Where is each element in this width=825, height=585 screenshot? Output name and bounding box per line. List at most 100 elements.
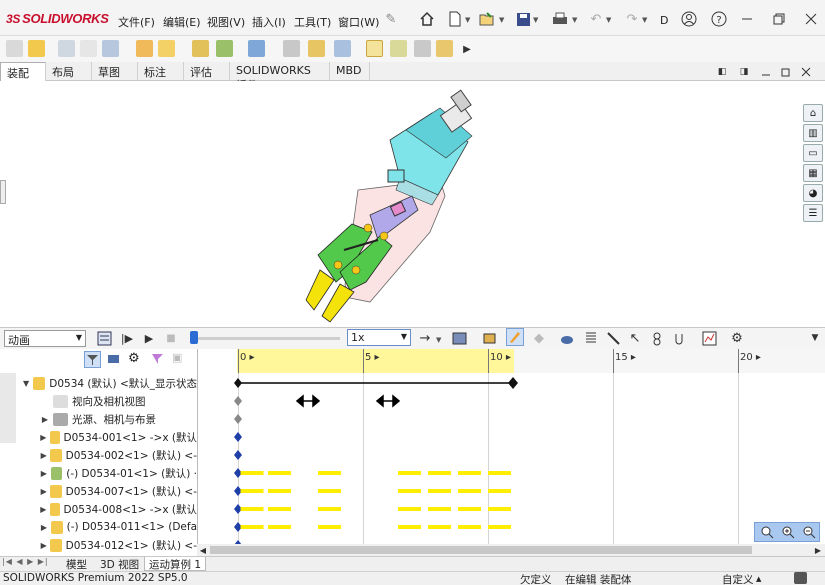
smart-fasteners-icon[interactable] bbox=[136, 40, 153, 57]
change-bar[interactable] bbox=[488, 471, 511, 475]
change-bar[interactable] bbox=[488, 525, 511, 529]
key-point[interactable] bbox=[234, 396, 242, 406]
tree-item[interactable]: ▶ D0534-007<1> (默认) <- bbox=[0, 482, 197, 500]
redo-icon[interactable]: ↷ bbox=[623, 10, 641, 28]
restore-window-icon[interactable] bbox=[770, 10, 788, 28]
close-window-icon[interactable] bbox=[802, 10, 820, 28]
take-snapshot-icon[interactable] bbox=[414, 40, 431, 57]
change-bar[interactable] bbox=[318, 507, 341, 511]
playback-speed-select[interactable]: 1x ▼ bbox=[347, 329, 411, 346]
user-menu-label[interactable]: D bbox=[660, 14, 668, 27]
new-document-icon[interactable] bbox=[446, 10, 464, 28]
save-animation-icon[interactable] bbox=[450, 329, 468, 347]
tree-item[interactable]: 视向及相机视图 bbox=[0, 392, 197, 410]
change-bar[interactable] bbox=[458, 525, 481, 529]
tab-assembly[interactable]: 装配体 bbox=[0, 62, 46, 96]
autokey-icon[interactable] bbox=[506, 328, 524, 346]
minimize-window-icon[interactable] bbox=[738, 10, 756, 28]
damper-icon[interactable] bbox=[604, 329, 622, 347]
panel-splitter-handle[interactable] bbox=[0, 180, 6, 204]
doc-minimize-icon[interactable] bbox=[760, 66, 772, 78]
tree-item[interactable]: ▶ (-) D0534-01<1> (默认) · bbox=[0, 464, 197, 482]
filter-driving-icon[interactable] bbox=[106, 351, 123, 368]
animation-wizard-icon[interactable] bbox=[480, 329, 498, 347]
key-point[interactable] bbox=[234, 378, 242, 388]
print-icon[interactable] bbox=[551, 10, 569, 28]
expand-icon[interactable]: ▶ bbox=[40, 415, 50, 424]
change-bar[interactable] bbox=[458, 471, 481, 475]
chevron-down-icon[interactable]: ▼ bbox=[499, 16, 504, 24]
new-motion-study-icon[interactable] bbox=[283, 40, 300, 57]
update-speedpak-icon[interactable] bbox=[390, 40, 407, 57]
expand-icon[interactable]: ▶ bbox=[40, 451, 47, 460]
play-icon[interactable]: ▶ bbox=[140, 329, 158, 347]
filter-animated-icon[interactable] bbox=[84, 351, 101, 368]
tree-scrollbar[interactable] bbox=[0, 373, 16, 443]
change-bar[interactable] bbox=[268, 525, 291, 529]
expand-icon[interactable]: ▶ bbox=[40, 541, 47, 550]
tab-evaluate[interactable]: 评估 bbox=[184, 62, 230, 81]
gravity-icon[interactable] bbox=[670, 329, 688, 347]
file-explorer-icon[interactable]: ▭ bbox=[803, 144, 823, 162]
change-bar[interactable] bbox=[428, 507, 451, 511]
change-bar[interactable] bbox=[268, 507, 291, 511]
solidworks-logo[interactable]: 3S SOLIDWORKS bbox=[6, 11, 109, 26]
change-bar[interactable] bbox=[318, 471, 341, 475]
solidworks-resources-icon[interactable]: ⌂ bbox=[803, 104, 823, 122]
more-commands-icon[interactable]: ▶ bbox=[458, 40, 476, 58]
collapse-motion-manager-icon[interactable]: ▼ bbox=[806, 329, 824, 347]
status-unit-system[interactable]: 自定义 bbox=[722, 572, 754, 585]
key-point[interactable] bbox=[234, 432, 242, 442]
expand-icon[interactable]: ▶ bbox=[40, 433, 47, 442]
change-bar[interactable] bbox=[398, 471, 421, 475]
filter-results-icon[interactable] bbox=[150, 351, 167, 368]
undo-icon[interactable]: ↶ bbox=[587, 10, 605, 28]
menu-edit[interactable]: 编辑(E) bbox=[163, 14, 201, 30]
help-icon[interactable]: ? bbox=[710, 10, 728, 28]
reference-geometry-icon[interactable] bbox=[248, 40, 265, 57]
change-bar[interactable] bbox=[428, 525, 451, 529]
key-point[interactable] bbox=[234, 414, 242, 424]
chevron-down-icon[interactable]: ▼ bbox=[572, 16, 577, 24]
motor-icon[interactable] bbox=[558, 329, 576, 347]
tab-solidworks-addins[interactable]: SOLIDWORKS 插件 bbox=[230, 62, 330, 92]
design-library-icon[interactable]: ▥ bbox=[803, 124, 823, 142]
doc-restore-icon[interactable] bbox=[780, 66, 792, 78]
change-bar[interactable] bbox=[240, 525, 264, 529]
appearances-icon[interactable]: ◕ bbox=[803, 184, 823, 202]
motion-properties-icon[interactable]: ⚙ bbox=[728, 329, 746, 347]
linear-pattern-icon[interactable] bbox=[102, 40, 119, 57]
view-key-marker[interactable] bbox=[295, 394, 321, 408]
change-bar[interactable] bbox=[240, 471, 264, 475]
key-point[interactable] bbox=[234, 450, 242, 460]
show-hidden-icon[interactable] bbox=[192, 40, 209, 57]
calculate-icon[interactable] bbox=[95, 329, 113, 347]
change-bar[interactable] bbox=[428, 489, 451, 493]
timeline-key-tracks[interactable] bbox=[197, 373, 825, 544]
change-bar[interactable] bbox=[398, 525, 421, 529]
pin-icon[interactable]: ✎ bbox=[382, 10, 400, 28]
collapse-panel-icon[interactable]: ◧ bbox=[716, 66, 728, 78]
tab-3d-view[interactable]: 3D 视图 bbox=[96, 557, 143, 571]
menu-tools[interactable]: 工具(T) bbox=[294, 14, 331, 30]
playback-mode-icon[interactable]: → bbox=[416, 329, 434, 347]
scroll-right-icon[interactable]: ▶ bbox=[812, 544, 824, 556]
change-bar[interactable] bbox=[240, 489, 264, 493]
instant3d-icon[interactable] bbox=[366, 40, 383, 57]
stop-icon[interactable]: ■ bbox=[162, 329, 180, 347]
user-account-icon[interactable] bbox=[680, 10, 698, 28]
zoom-in-timeline-icon[interactable] bbox=[779, 523, 797, 541]
change-bar[interactable] bbox=[398, 489, 421, 493]
change-bar[interactable] bbox=[240, 507, 264, 511]
tree-item[interactable]: ▶ D0534-001<1> ->x (默认 bbox=[0, 428, 197, 446]
change-bar[interactable] bbox=[318, 489, 341, 493]
chevron-up-icon[interactable]: ▲ bbox=[756, 575, 761, 583]
custom-properties-icon[interactable]: ☰ bbox=[803, 204, 823, 222]
tab-scroll-arrows[interactable]: |◀ ◀ ▶ ▶| bbox=[2, 557, 58, 570]
menu-insert[interactable]: 插入(I) bbox=[252, 14, 286, 30]
tab-model[interactable]: 模型 bbox=[62, 557, 91, 571]
tree-item[interactable]: ▶ (-) D0534-011<1> (Defa bbox=[0, 518, 197, 536]
change-bar[interactable] bbox=[458, 507, 481, 511]
chevron-down-icon[interactable]: ▼ bbox=[436, 336, 441, 344]
change-bar[interactable] bbox=[428, 471, 451, 475]
